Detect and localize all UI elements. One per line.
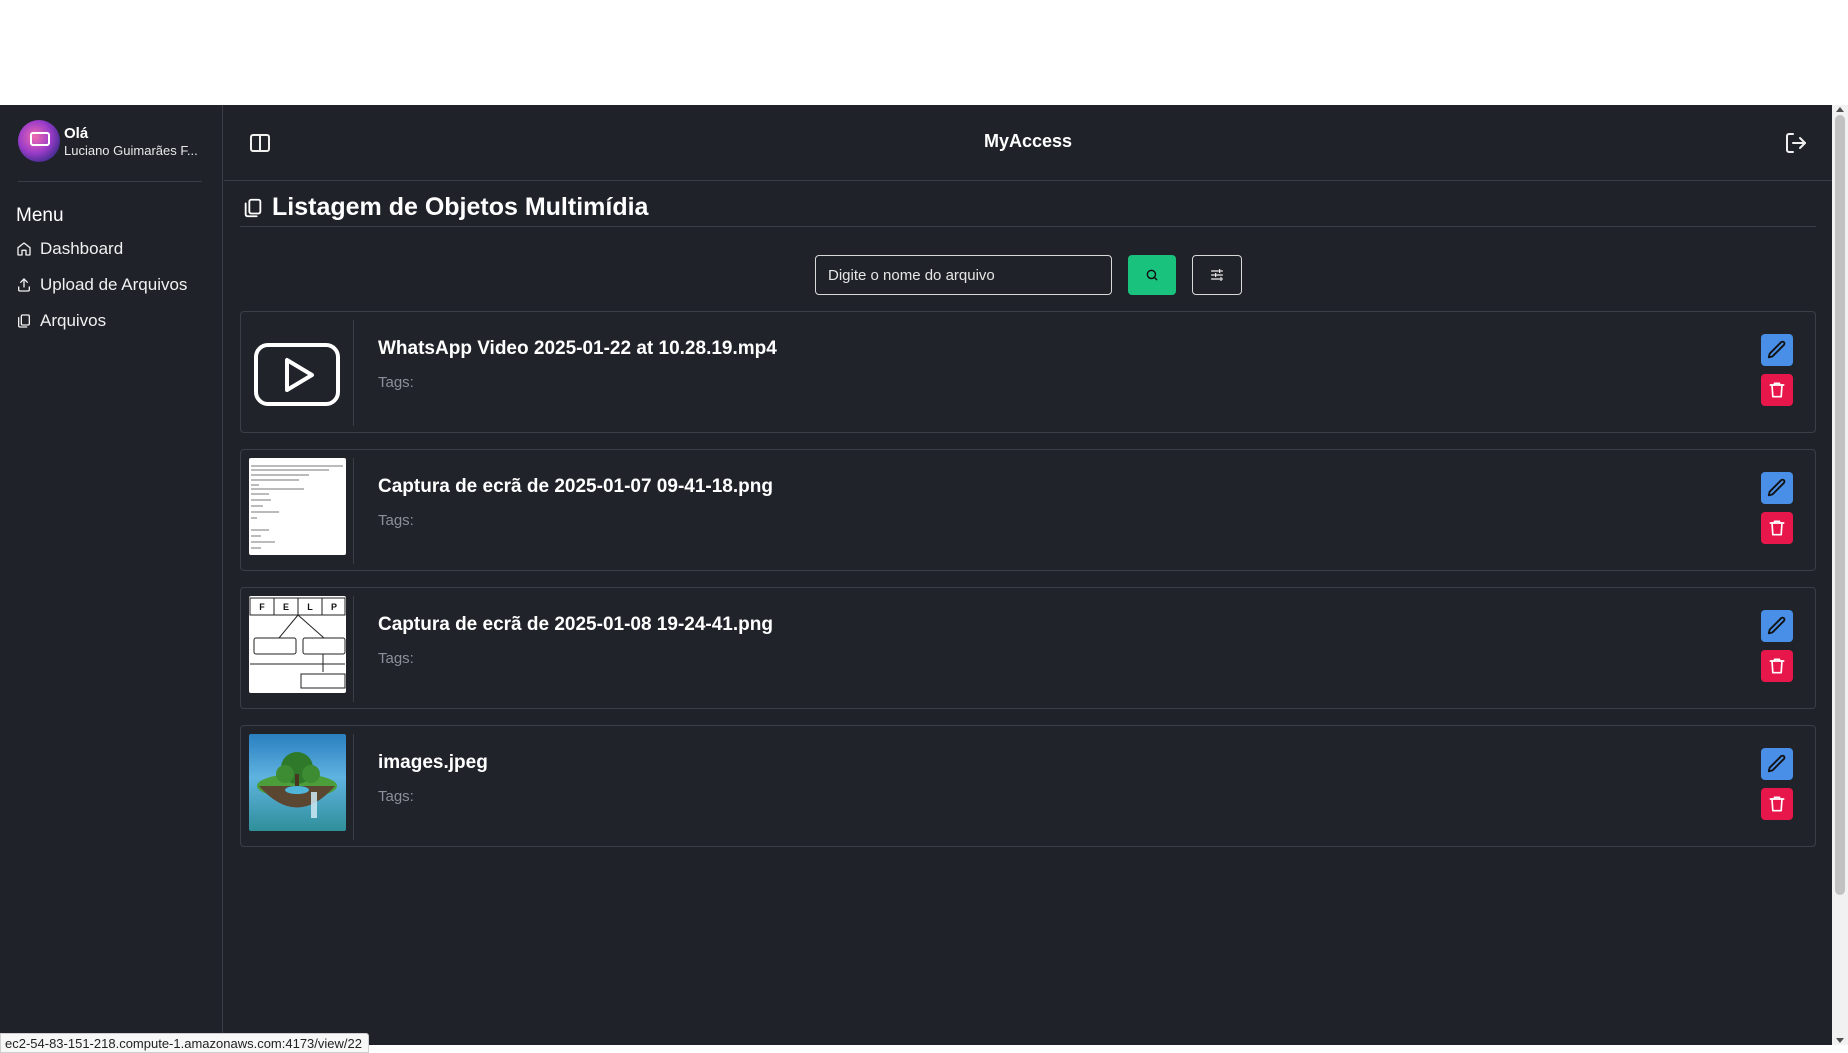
menu-title: Menu: [16, 205, 64, 226]
sidebar-item-label: Arquivos: [40, 311, 107, 330]
files-icon: [18, 314, 30, 328]
search-icon: [1146, 269, 1158, 281]
sidebar-item-label: Dashboard: [40, 239, 124, 258]
user-text: Olá Luciano Guimarães F...: [64, 125, 206, 158]
header: MyAccess: [224, 105, 1832, 181]
diagram-letter-f: F: [259, 602, 265, 612]
file-card[interactable]: F E L P Captura de ecrã de 2025-01-08 19…: [240, 587, 1816, 709]
delete-button[interactable]: [1761, 512, 1793, 544]
app-title: MyAccess: [983, 131, 1073, 151]
sidebar-item-label: Upload de Arquivos: [40, 275, 188, 294]
sidebar-item-dashboard[interactable]: Dashboard: [16, 239, 123, 259]
browser-top-area: [0, 0, 1848, 105]
diagram-letter-p: P: [331, 602, 337, 612]
card-divider: [353, 458, 354, 564]
scroll-down-arrow-icon[interactable]: [1836, 1038, 1844, 1043]
sidebar-item-upload[interactable]: Upload de Arquivos: [16, 275, 187, 295]
sidebar-item-arquivos[interactable]: Arquivos: [16, 311, 106, 331]
file-thumbnail: [249, 734, 346, 831]
edit-button[interactable]: [1761, 610, 1793, 642]
home-icon: [17, 242, 31, 256]
trash-icon: [1769, 520, 1785, 536]
delete-button[interactable]: [1761, 374, 1793, 406]
sidebar: Olá Luciano Guimarães F... Menu Dashboar…: [0, 105, 223, 1045]
file-card[interactable]: WhatsApp Video 2025-01-22 at 10.28.19.mp…: [240, 311, 1816, 433]
file-card[interactable]: images.jpeg Tags:: [240, 725, 1816, 847]
sliders-icon: [1211, 269, 1223, 281]
file-thumbnail: [249, 320, 346, 417]
files-icon: [244, 198, 262, 217]
user-profile: Olá Luciano Guimarães F...: [18, 119, 208, 163]
document-screenshot-image: [251, 465, 343, 549]
scroll-up-arrow-icon[interactable]: [1836, 107, 1844, 112]
scrollbar-thumb[interactable]: [1835, 115, 1845, 895]
trash-icon: [1769, 796, 1785, 812]
diagram-letter-l: L: [307, 602, 313, 612]
file-name: Captura de ecrã de 2025-01-07 09-41-18.p…: [378, 476, 773, 497]
edit-button[interactable]: [1761, 334, 1793, 366]
delete-button[interactable]: [1761, 650, 1793, 682]
filter-button[interactable]: [1192, 255, 1242, 295]
logout-icon: [1786, 133, 1806, 153]
upload-icon: [18, 278, 30, 292]
file-name: images.jpeg: [378, 752, 488, 773]
file-thumbnail: [249, 458, 346, 555]
app-root: Olá Luciano Guimarães F... Menu Dashboar…: [0, 105, 1832, 1045]
file-name: Captura de ecrã de 2025-01-08 19-24-41.p…: [378, 614, 773, 635]
page-title: Listagem de Objetos Multimídia: [272, 193, 649, 221]
avatar: [18, 120, 60, 162]
floating-island-image: [257, 752, 337, 818]
file-tags: Tags:: [378, 512, 414, 529]
card-divider: [353, 320, 354, 426]
page-scrollbar[interactable]: [1832, 105, 1848, 1045]
file-tags: Tags:: [378, 650, 414, 667]
status-url: ec2-54-83-151-218.compute-1.amazonaws.co…: [0, 1033, 369, 1053]
delete-button[interactable]: [1761, 788, 1793, 820]
video-play-icon: [254, 343, 340, 406]
sidebar-divider: [18, 181, 202, 182]
search-button[interactable]: [1128, 255, 1176, 295]
file-thumbnail: F E L P: [249, 596, 346, 693]
logout-button[interactable]: [1784, 131, 1808, 155]
pencil-icon: [1767, 340, 1786, 359]
page-header: Listagem de Objetos Multimídia: [240, 189, 1816, 227]
trash-icon: [1769, 658, 1785, 674]
edit-button[interactable]: [1761, 748, 1793, 780]
trash-icon: [1769, 382, 1785, 398]
user-greeting: Olá: [64, 124, 89, 142]
file-tags: Tags:: [378, 374, 414, 391]
diagram-letter-e: E: [283, 602, 289, 612]
search-input[interactable]: [815, 255, 1112, 295]
diagram-screenshot-image: F E L P: [249, 597, 346, 689]
pencil-icon: [1767, 616, 1786, 635]
card-divider: [353, 734, 354, 840]
pencil-icon: [1767, 478, 1786, 497]
pencil-icon: [1767, 754, 1786, 773]
card-divider: [353, 596, 354, 702]
user-name: Luciano Guimarães F...: [64, 142, 198, 158]
file-card[interactable]: Captura de ecrã de 2025-01-07 09-41-18.p…: [240, 449, 1816, 571]
file-name: WhatsApp Video 2025-01-22 at 10.28.19.mp…: [378, 338, 777, 359]
file-tags: Tags:: [378, 788, 414, 805]
edit-button[interactable]: [1761, 472, 1793, 504]
